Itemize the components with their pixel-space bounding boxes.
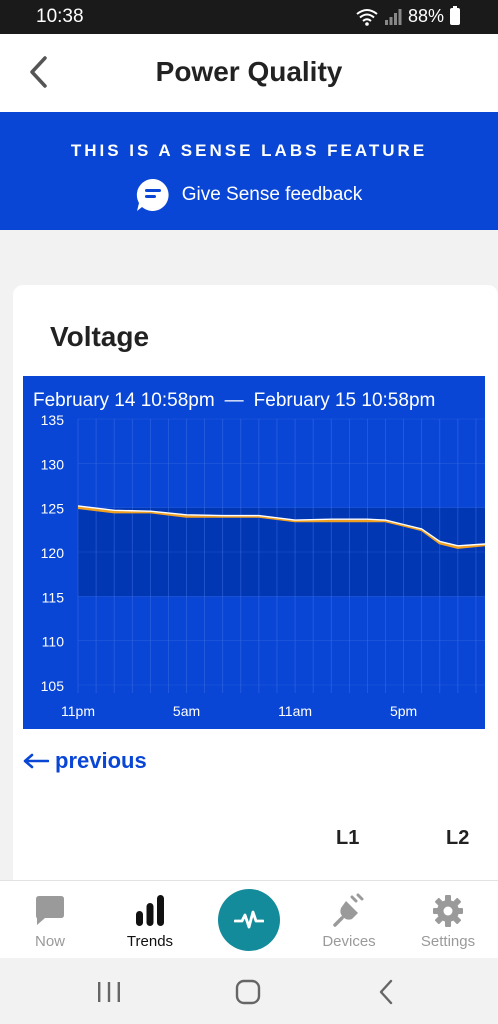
nav-trends-label: Trends bbox=[126, 933, 174, 950]
battery-icon bbox=[450, 6, 460, 25]
nav-settings-label: Settings bbox=[420, 933, 476, 950]
bar-chart-icon bbox=[136, 895, 164, 926]
banner-title: THIS IS A SENSE LABS FEATURE bbox=[70, 141, 428, 160]
x-tick-label: 5pm bbox=[390, 703, 417, 719]
voltage-chart[interactable]: 105 110 115 120 125 130 135 11pm 5am 11am 5pm Febr… bbox=[23, 376, 485, 729]
x-tick-label: 11pm bbox=[61, 703, 95, 719]
feedback-button[interactable]: Give Sense feedback bbox=[0, 178, 498, 212]
y-tick-label: 135 bbox=[41, 412, 65, 428]
system-nav-bar bbox=[0, 958, 498, 1024]
card-title: Voltage bbox=[50, 321, 150, 352]
page-title: Power Quality bbox=[155, 56, 343, 87]
y-tick-label: 105 bbox=[41, 678, 65, 694]
previous-link[interactable]: previous bbox=[23, 748, 147, 774]
x-tick-label: 11am bbox=[278, 703, 312, 719]
y-tick-label: 110 bbox=[42, 634, 65, 650]
nav-settings[interactable]: Settings bbox=[408, 893, 488, 950]
nav-devices-label: Devices bbox=[322, 933, 376, 950]
status-icons: 88% bbox=[356, 6, 460, 27]
nav-now[interactable]: Now bbox=[10, 893, 90, 950]
nav-trends[interactable]: Trends bbox=[110, 893, 190, 950]
column-header-l2: L2 bbox=[446, 827, 470, 849]
range-end: February 15 10:58pm bbox=[253, 390, 436, 411]
y-tick-label: 115 bbox=[42, 589, 65, 605]
previous-label: previous bbox=[55, 748, 147, 773]
voltage-card: Voltage 105 110 115 120 125 130 135 11pm 5am 11am… bbox=[13, 285, 498, 905]
feedback-bubble-icon bbox=[136, 178, 169, 211]
bottom-nav: Now Trends Devices Settings bbox=[0, 880, 498, 958]
status-bar: 10:38 88% bbox=[0, 0, 498, 34]
app-header: Power Quality bbox=[0, 34, 498, 112]
date-range: February 14 10:58pm — February 15 10:58p… bbox=[33, 390, 483, 412]
y-tick-label: 130 bbox=[41, 456, 65, 472]
column-header-l1: L1 bbox=[336, 827, 360, 849]
recent-apps-icon[interactable] bbox=[94, 978, 124, 1006]
home-icon[interactable] bbox=[233, 978, 263, 1006]
wifi-icon bbox=[356, 8, 378, 26]
range-start: February 14 10:58pm bbox=[33, 390, 215, 411]
y-tick-label: 125 bbox=[41, 501, 65, 517]
sense-labs-banner: THIS IS A SENSE LABS FEATURE Give Sense … bbox=[0, 112, 498, 230]
pulse-button[interactable] bbox=[218, 889, 280, 951]
gear-icon bbox=[433, 895, 463, 927]
nav-devices[interactable]: Devices bbox=[309, 893, 389, 950]
signal-icon bbox=[384, 8, 402, 25]
battery-percent: 88% bbox=[407, 6, 444, 26]
arrow-left-icon bbox=[23, 753, 49, 769]
plug-icon bbox=[333, 893, 364, 927]
chat-bubble-icon bbox=[36, 896, 64, 925]
chart-canvas: 105 110 115 120 125 130 135 11pm 5am 11am 5pm bbox=[41, 412, 485, 719]
y-tick-label: 120 bbox=[41, 545, 65, 561]
system-back-icon[interactable] bbox=[372, 978, 402, 1006]
pulse-icon bbox=[234, 910, 264, 929]
feedback-label: Give Sense feedback bbox=[181, 184, 363, 205]
x-tick-label: 5am bbox=[173, 703, 200, 719]
nav-now-label: Now bbox=[34, 933, 65, 950]
range-separator: — bbox=[224, 390, 244, 411]
status-time: 10:38 bbox=[36, 6, 84, 27]
